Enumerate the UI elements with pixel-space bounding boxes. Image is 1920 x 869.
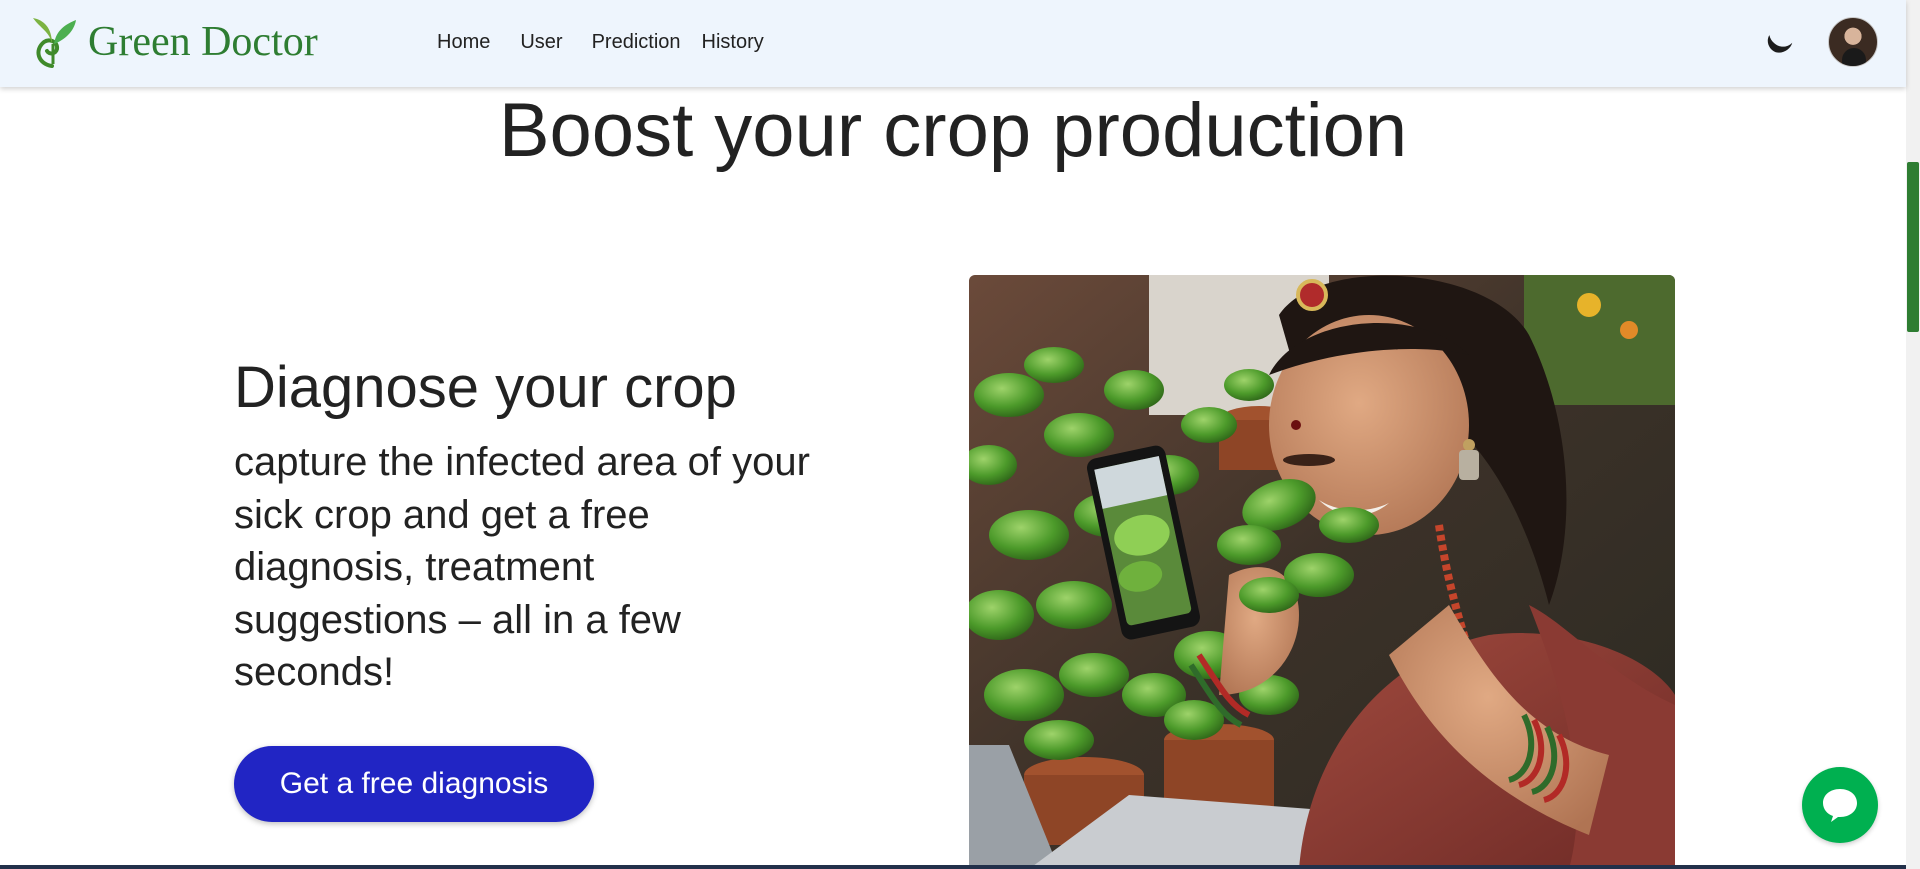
- woman-with-phone-image: [969, 275, 1675, 869]
- chat-bubble-icon: [1823, 789, 1857, 822]
- chat-widget-button[interactable]: [1802, 767, 1878, 843]
- page-scrollbar[interactable]: [1906, 0, 1920, 869]
- hero-title: Boost your crop production: [498, 88, 1408, 173]
- brand-link[interactable]: Green Doctor: [30, 14, 318, 70]
- scrollbar-thumb[interactable]: [1907, 162, 1919, 332]
- user-avatar[interactable]: [1828, 17, 1878, 67]
- hero-illustration: [969, 275, 1675, 869]
- diagnose-section: Diagnose your crop capture the infected …: [234, 352, 814, 699]
- nav-user[interactable]: User: [520, 29, 562, 55]
- get-free-diagnosis-button[interactable]: Get a free diagnosis: [234, 746, 594, 822]
- theme-toggle-button[interactable]: [1762, 28, 1794, 60]
- leaf-logo-icon: [33, 18, 76, 68]
- nav-history[interactable]: History: [702, 29, 764, 55]
- main-nav: Home User Prediction History: [437, 29, 764, 55]
- section-title: Diagnose your crop: [234, 355, 737, 420]
- brand-name: Green Doctor: [88, 19, 318, 65]
- avatar-figure: [1842, 48, 1866, 66]
- footer-edge: [0, 865, 1906, 869]
- nav-prediction[interactable]: Prediction: [592, 29, 681, 55]
- top-navbar: Green Doctor Home User Prediction Histor…: [0, 0, 1906, 87]
- section-description: capture the infected area of your sick c…: [234, 440, 810, 694]
- nav-home[interactable]: Home: [437, 29, 490, 55]
- moon-icon: [1767, 35, 1793, 53]
